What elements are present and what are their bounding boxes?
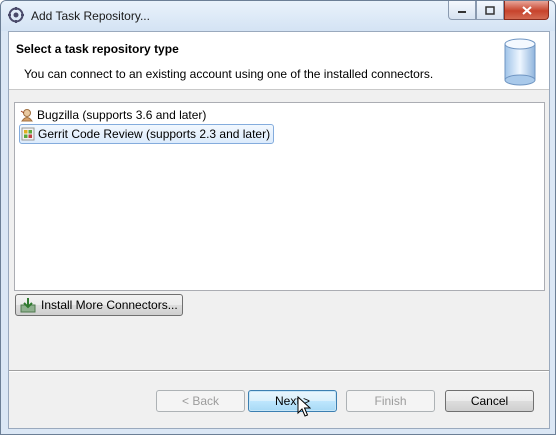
list-item-label: Gerrit Code Review (supports 2.3 and lat… [38,127,271,141]
minimize-button[interactable] [448,1,476,20]
add-task-repository-dialog: Add Task Repository... Select a task rep… [0,0,556,435]
cancel-button[interactable]: Cancel [445,390,534,412]
maximize-icon [485,5,495,15]
page-title: Select a task repository type [16,42,179,56]
finish-button[interactable]: Finish [346,390,435,412]
caption-buttons [448,1,549,21]
wizard-header: Select a task repository type You can co… [9,32,549,90]
back-button[interactable]: < Back [156,390,245,412]
minimize-icon [458,11,466,13]
bugzilla-icon [20,109,33,122]
title-bar[interactable]: Add Task Repository... [1,1,555,31]
connector-list[interactable]: Bugzilla (supports 3.6 and later) Gerrit… [14,102,545,291]
list-item-label: Bugzilla (supports 3.6 and later) [37,108,207,122]
close-button[interactable] [504,1,549,20]
maximize-button[interactable] [476,1,504,20]
install-icon [20,298,36,313]
install-more-connectors-button[interactable]: Install More Connectors... [15,294,183,316]
page-description: You can connect to an existing account u… [24,67,434,81]
dialog-client-area: Select a task repository type You can co… [8,31,550,429]
button-bar-separator [9,370,549,372]
list-item-gerrit[interactable]: Gerrit Code Review (supports 2.3 and lat… [19,124,275,144]
gerrit-icon [21,127,35,141]
close-icon [521,5,532,15]
list-item-bugzilla[interactable]: Bugzilla (supports 3.6 and later) [19,106,209,124]
mouse-pointer-icon [297,396,311,417]
next-button[interactable]: Next > [248,390,337,412]
eclipse-app-icon [8,7,24,23]
window-title: Add Task Repository... [31,9,150,23]
repository-cylinder-icon [504,38,536,86]
install-button-label: Install More Connectors... [41,298,178,312]
